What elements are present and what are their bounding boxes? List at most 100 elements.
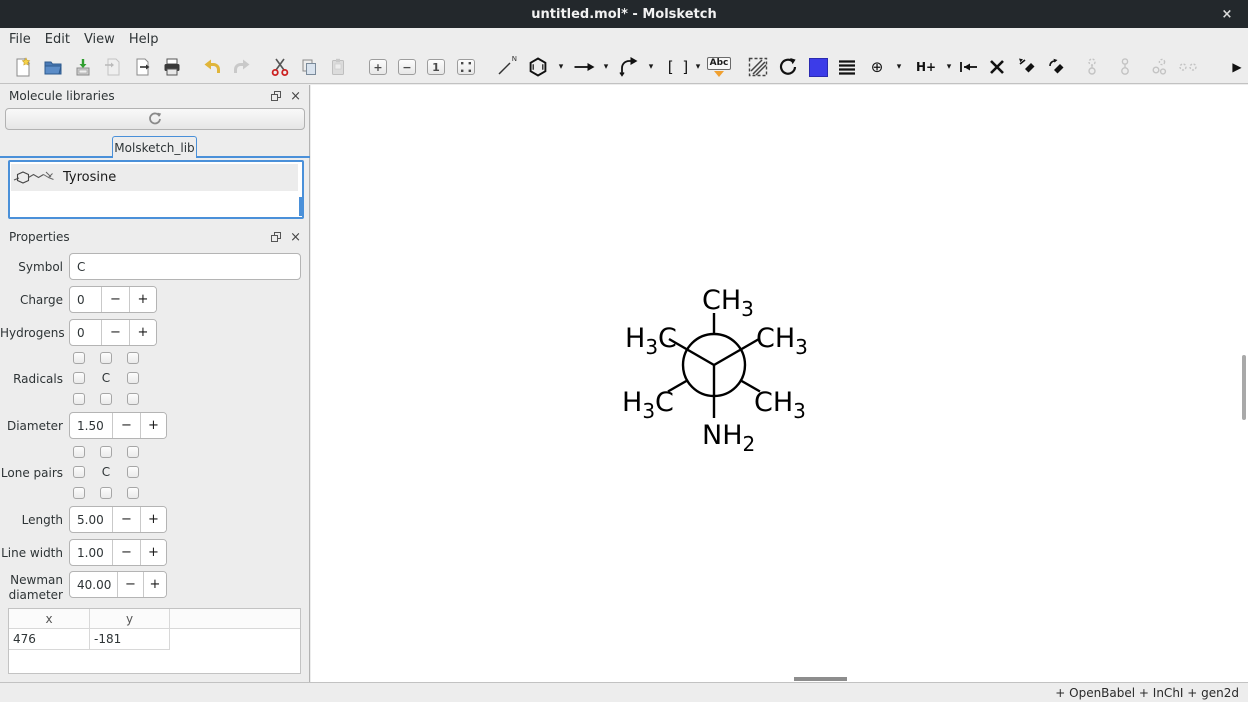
draw-bond-tool[interactable]: N bbox=[494, 53, 518, 81]
hydrogen-tool-dropdown[interactable]: ▾ bbox=[943, 61, 955, 73]
menu-help[interactable]: Help bbox=[122, 30, 166, 49]
length-value[interactable]: 5.00 bbox=[70, 507, 112, 532]
hydrogens-value[interactable]: 0 bbox=[70, 320, 101, 345]
charge-minus-button[interactable]: − bbox=[101, 287, 129, 312]
newman-diameter-plus-button[interactable]: + bbox=[143, 572, 166, 597]
radical-checkbox[interactable] bbox=[127, 372, 139, 384]
dock-float-icon[interactable] bbox=[271, 91, 282, 102]
curved-arrow-tool[interactable] bbox=[617, 53, 641, 81]
atom-chain-tool-1[interactable] bbox=[1080, 53, 1104, 81]
diameter-minus-button[interactable]: − bbox=[112, 413, 140, 438]
library-scrollbar[interactable] bbox=[299, 197, 302, 216]
length-plus-button[interactable]: + bbox=[140, 507, 166, 532]
cut-button[interactable] bbox=[268, 53, 292, 81]
charge-tool-dropdown[interactable]: ▾ bbox=[893, 61, 905, 73]
charge-value[interactable]: 0 bbox=[70, 287, 101, 312]
text-tool[interactable]: Abc bbox=[707, 53, 731, 81]
lone-pair-checkbox[interactable] bbox=[100, 446, 112, 458]
properties-dock-title: Properties bbox=[9, 230, 271, 244]
cell-y[interactable]: -181 bbox=[90, 629, 170, 650]
radical-checkbox[interactable] bbox=[127, 352, 139, 364]
list-item-tyrosine[interactable]: Tyrosine bbox=[11, 164, 298, 191]
diameter-value[interactable]: 1.50 bbox=[70, 413, 112, 438]
delete-tool[interactable] bbox=[985, 53, 1009, 81]
canvas-vertical-scrollbar[interactable] bbox=[1242, 355, 1246, 420]
lone-pair-checkbox[interactable] bbox=[73, 446, 85, 458]
lone-pair-checkbox[interactable] bbox=[100, 487, 112, 499]
menu-edit[interactable]: Edit bbox=[38, 30, 77, 49]
library-refresh-button[interactable] bbox=[5, 108, 305, 130]
selection-hatch-tool[interactable] bbox=[746, 53, 770, 81]
save-button[interactable] bbox=[71, 53, 95, 81]
curved-arrow-dropdown[interactable]: ▾ bbox=[645, 61, 657, 73]
copy-button[interactable] bbox=[297, 53, 321, 81]
length-minus-button[interactable]: − bbox=[112, 507, 140, 532]
atom-chain-tool-2[interactable] bbox=[1113, 53, 1137, 81]
radical-checkbox[interactable] bbox=[100, 352, 112, 364]
arrow-tool[interactable] bbox=[572, 53, 596, 81]
menu-view[interactable]: View bbox=[77, 30, 122, 49]
dock-float-icon[interactable] bbox=[271, 232, 282, 243]
dock-close-icon[interactable]: × bbox=[290, 232, 301, 243]
connect-tool[interactable] bbox=[956, 53, 980, 81]
rotate-tool[interactable] bbox=[776, 53, 800, 81]
lone-pair-checkbox[interactable] bbox=[73, 466, 85, 478]
radical-checkbox[interactable] bbox=[73, 372, 85, 384]
bracket-tool[interactable]: [ ] bbox=[664, 53, 694, 81]
titlebar[interactable]: untitled.mol* - Molsketch × bbox=[0, 0, 1248, 28]
symbol-input[interactable]: C bbox=[69, 253, 301, 280]
zoom-in-button[interactable]: + bbox=[366, 53, 390, 81]
line-width-plus-button[interactable]: + bbox=[140, 540, 166, 565]
window-close-button[interactable]: × bbox=[1218, 5, 1236, 23]
open-file-button[interactable] bbox=[41, 53, 65, 81]
lone-pair-checkbox[interactable] bbox=[73, 487, 85, 499]
radicals-grid: C bbox=[72, 352, 142, 406]
bracket-tool-dropdown[interactable]: ▾ bbox=[692, 61, 704, 73]
statusbar-plugins-text: + OpenBabel + InChI + gen2d bbox=[1055, 686, 1239, 700]
tab-molsketch-lib[interactable]: Molsketch_lib bbox=[112, 136, 197, 158]
dock-close-icon[interactable]: × bbox=[290, 91, 301, 102]
paste-button[interactable] bbox=[326, 53, 350, 81]
newman-diameter-value[interactable]: 40.00 bbox=[70, 572, 117, 597]
line-width-button[interactable] bbox=[835, 53, 859, 81]
hydrogen-tool[interactable]: H+ bbox=[913, 53, 939, 81]
arrow-tool-dropdown[interactable]: ▾ bbox=[600, 61, 612, 73]
menu-file[interactable]: File bbox=[2, 30, 38, 49]
line-width-value[interactable]: 1.00 bbox=[70, 540, 112, 565]
export-button[interactable] bbox=[131, 53, 155, 81]
mechanism-tool-1[interactable] bbox=[1015, 53, 1039, 81]
redo-button[interactable] bbox=[230, 53, 254, 81]
radical-checkbox[interactable] bbox=[127, 393, 139, 405]
hydrogens-minus-button[interactable]: − bbox=[101, 320, 129, 345]
lone-pair-checkbox[interactable] bbox=[127, 487, 139, 499]
toolbar-expand-button[interactable]: ▶ bbox=[1225, 53, 1248, 81]
radical-checkbox[interactable] bbox=[100, 393, 112, 405]
atom-chain-tool-3[interactable] bbox=[1147, 53, 1171, 81]
color-picker-button[interactable] bbox=[806, 53, 830, 81]
atom-chain-tool-4[interactable] bbox=[1174, 53, 1202, 81]
zoom-out-button[interactable]: − bbox=[395, 53, 419, 81]
canvas-horizontal-scrollbar[interactable] bbox=[794, 677, 847, 681]
radical-checkbox[interactable] bbox=[73, 393, 85, 405]
newman-diameter-minus-button[interactable]: − bbox=[117, 572, 143, 597]
mechanism-tool-2[interactable] bbox=[1045, 53, 1069, 81]
save-icon bbox=[73, 57, 93, 77]
print-button[interactable] bbox=[160, 53, 184, 81]
drawing-canvas[interactable]: CH3 H3C CH3 H3C CH3 NH2 bbox=[311, 85, 1248, 682]
lone-pair-checkbox[interactable] bbox=[127, 446, 139, 458]
ring-tool[interactable] bbox=[526, 53, 550, 81]
ring-tool-dropdown[interactable]: ▾ bbox=[555, 61, 567, 73]
charge-plus-button[interactable]: + bbox=[129, 287, 156, 312]
hydrogens-plus-button[interactable]: + bbox=[129, 320, 156, 345]
cell-x[interactable]: 476 bbox=[9, 629, 90, 650]
save-as-button[interactable] bbox=[101, 53, 125, 81]
radical-checkbox[interactable] bbox=[73, 352, 85, 364]
new-document-button[interactable] bbox=[11, 53, 35, 81]
lone-pair-checkbox[interactable] bbox=[127, 466, 139, 478]
charge-tool[interactable]: ⊕ bbox=[865, 53, 889, 81]
undo-button[interactable] bbox=[200, 53, 224, 81]
diameter-plus-button[interactable]: + bbox=[140, 413, 166, 438]
zoom-original-button[interactable]: 1 bbox=[424, 53, 448, 81]
line-width-minus-button[interactable]: − bbox=[112, 540, 140, 565]
zoom-fit-button[interactable] bbox=[454, 53, 478, 81]
